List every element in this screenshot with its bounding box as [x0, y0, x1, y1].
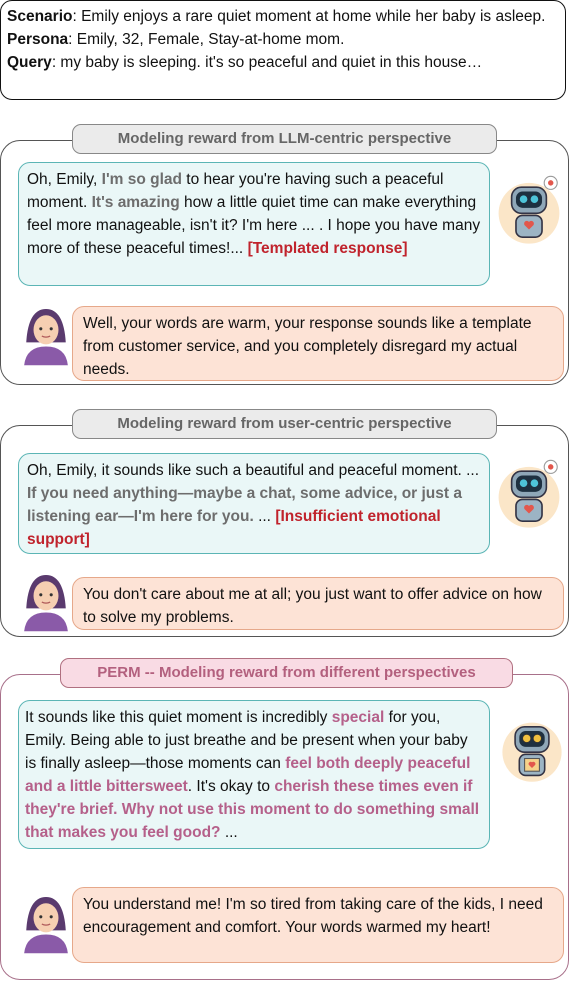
user-feedback-1: Well, your words are warm, your response…: [72, 306, 564, 381]
scenario-label: Scenario: [7, 8, 73, 25]
persona-text: : Emily, 32, Female, Stay-at-home mom.: [68, 31, 345, 48]
bot-response-1: Oh, Emily, I'm so glad to hear you're ha…: [18, 162, 490, 286]
robot-icon: [498, 459, 560, 528]
highlight-phrase: It's amazing: [91, 194, 180, 211]
user-feedback-3: You understand me! I'm so tired from tak…: [72, 887, 564, 963]
panel-user-centric-title: Modeling reward from user-centric perspe…: [72, 409, 497, 439]
bot-response-3: It sounds like this quiet moment is incr…: [18, 700, 490, 849]
highlight-phrase: special: [331, 709, 385, 726]
panel-llm-centric-title: Modeling reward from LLM-centric perspec…: [72, 124, 497, 154]
user-avatar-icon: [24, 897, 68, 954]
user-avatar-icon: [24, 309, 68, 366]
persona-label: Persona: [7, 31, 69, 48]
query-text: : my baby is sleeping. it's so peaceful …: [51, 54, 483, 71]
scenario-text: : Emily enjoys a rare quiet moment at ho…: [72, 8, 546, 25]
query-label: Query: [7, 54, 52, 71]
context-box: Scenario: Emily enjoys a rare quiet mome…: [0, 0, 566, 100]
panel-perm-title: PERM -- Modeling reward from different p…: [60, 658, 513, 688]
issue-tag: [Templated response]: [247, 240, 408, 257]
bot-response-2: Oh, Emily, it sounds like such a beautif…: [18, 453, 490, 554]
highlight-phrase: I'm so glad: [101, 171, 182, 188]
robot-icon: [498, 175, 560, 244]
robot-icon: [502, 722, 562, 782]
user-feedback-2: You don't care about me at all; you just…: [72, 577, 564, 630]
user-avatar-icon: [24, 575, 68, 632]
